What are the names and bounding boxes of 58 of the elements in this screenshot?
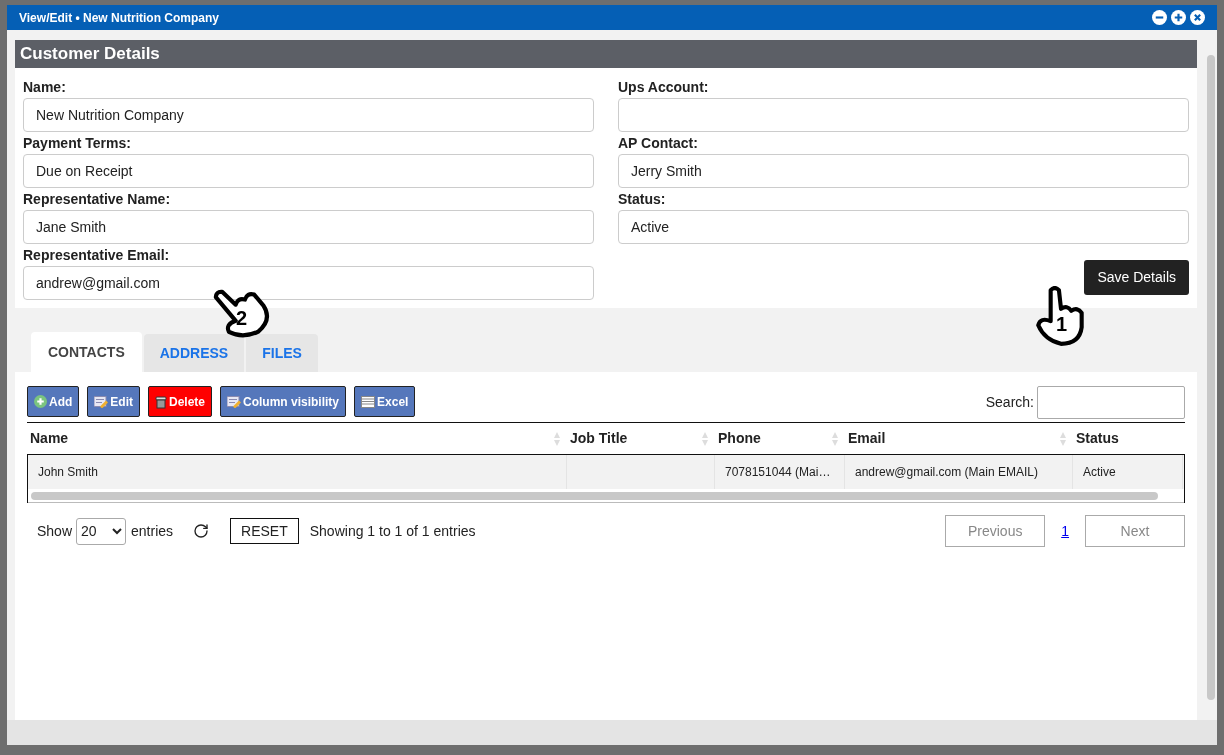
edit-form-icon bbox=[94, 395, 109, 408]
sort-icon bbox=[831, 430, 839, 447]
field-label: Payment Terms: bbox=[23, 134, 132, 153]
reset-button[interactable]: RESET bbox=[230, 518, 299, 544]
search-label: Search: bbox=[985, 393, 1034, 412]
sort-icon bbox=[1059, 430, 1067, 447]
section-title: Customer Details bbox=[20, 43, 160, 66]
text-field[interactable]: Active bbox=[618, 210, 1189, 244]
tab[interactable]: FILES bbox=[246, 334, 318, 372]
show-label: Show bbox=[37, 521, 73, 541]
table-cell: 7078151044 (Mai… bbox=[715, 455, 845, 489]
window-title: View/Edit • New Nutrition Company bbox=[19, 9, 219, 27]
text-field[interactable]: Due on Receipt bbox=[23, 154, 594, 188]
column-header[interactable]: Email bbox=[845, 423, 1073, 454]
toolbar-button[interactable]: Edit bbox=[87, 386, 140, 417]
toolbar-button[interactable]: Delete bbox=[148, 386, 213, 417]
text-field[interactable]: New Nutrition Company bbox=[23, 98, 594, 132]
text-field[interactable]: Jane Smith bbox=[23, 210, 594, 244]
column-header[interactable]: Name bbox=[27, 423, 567, 454]
horizontal-scrollbar[interactable] bbox=[31, 491, 1158, 500]
entries-info: Showing 1 to 1 of 1 entries bbox=[309, 521, 476, 541]
toolbar-button[interactable]: Add bbox=[27, 386, 80, 417]
field-label: Representative Name: bbox=[23, 190, 172, 209]
table-icon bbox=[361, 395, 376, 408]
column-header[interactable]: Job Title bbox=[567, 423, 715, 454]
trash-can-icon bbox=[155, 394, 167, 409]
table-cell: John Smith bbox=[28, 455, 567, 489]
refresh-icon[interactable] bbox=[193, 523, 210, 539]
close-icon[interactable] bbox=[1190, 10, 1205, 25]
field-label: Name: bbox=[23, 78, 67, 97]
field-label: Ups Account: bbox=[618, 78, 710, 97]
field-label: Representative Email: bbox=[23, 246, 171, 265]
edit-form-icon bbox=[227, 395, 242, 408]
field-label: Status: bbox=[618, 190, 667, 209]
toolbar-button[interactable]: Column visibility bbox=[220, 386, 347, 417]
previous-button[interactable]: Previous bbox=[945, 515, 1046, 547]
text-field[interactable] bbox=[618, 98, 1189, 132]
column-header[interactable]: Phone bbox=[715, 423, 845, 454]
tab[interactable]: ADDRESS bbox=[143, 334, 245, 372]
table-cell: Active bbox=[1073, 455, 1183, 489]
page-size-select[interactable]: 20 bbox=[76, 517, 127, 545]
maximize-icon[interactable] bbox=[1171, 10, 1186, 25]
tab[interactable]: CONTACTS bbox=[31, 332, 142, 372]
sort-icon bbox=[701, 430, 709, 447]
table-cell: andrew@gmail.com (Main EMAIL) bbox=[845, 455, 1073, 489]
field-label: AP Contact: bbox=[618, 134, 699, 153]
text-field[interactable]: Jerry Smith bbox=[618, 154, 1189, 188]
plus-circle-icon bbox=[34, 395, 47, 408]
search-field[interactable] bbox=[1037, 386, 1185, 419]
entries-label: entries bbox=[131, 521, 174, 541]
page-link[interactable]: 1 bbox=[1053, 520, 1077, 542]
column-header[interactable]: Status bbox=[1073, 423, 1183, 454]
next-button[interactable]: Next bbox=[1085, 515, 1185, 547]
toolbar-button[interactable]: Excel bbox=[354, 386, 416, 417]
text-field[interactable]: andrew@gmail.com bbox=[23, 266, 594, 300]
save-details-button[interactable]: Save Details bbox=[1084, 260, 1189, 295]
sort-icon bbox=[553, 430, 561, 447]
minimize-icon[interactable] bbox=[1152, 10, 1167, 25]
